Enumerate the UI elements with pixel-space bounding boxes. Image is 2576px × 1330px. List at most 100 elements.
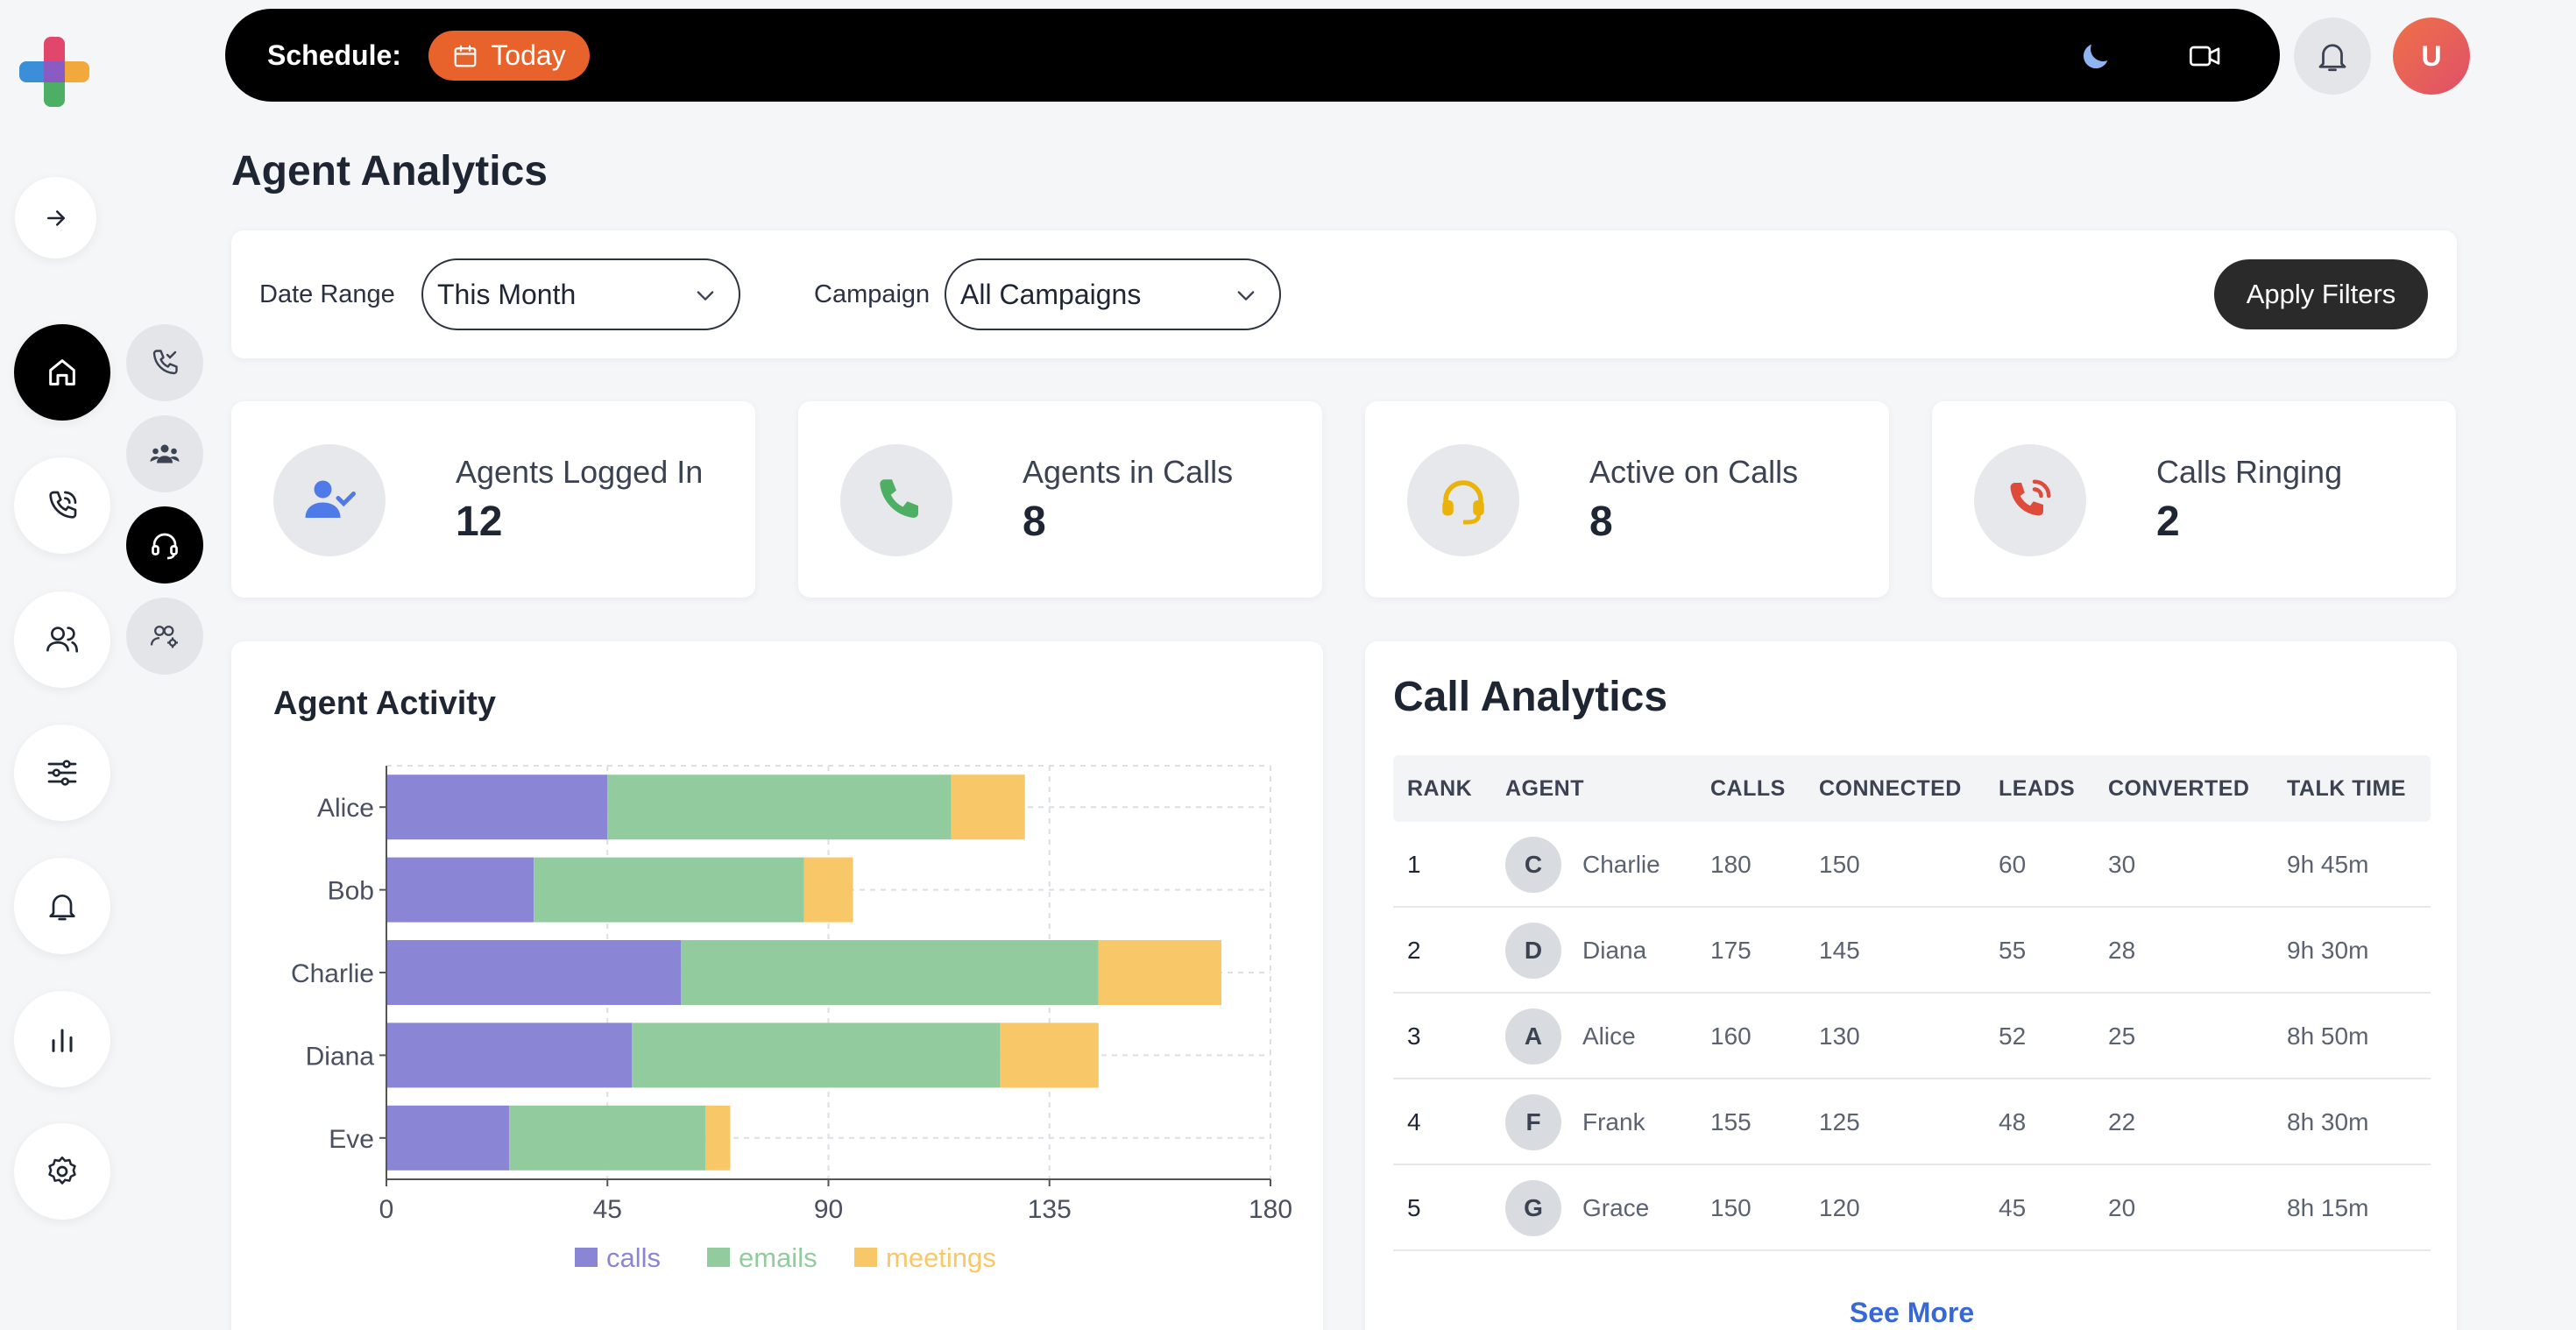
cell-converted: 30	[2108, 851, 2136, 878]
cell-talk-time: 9h 30m	[2287, 937, 2369, 964]
nav-settings[interactable]	[14, 1123, 110, 1220]
chevron-down-icon	[1237, 291, 1255, 301]
table-row[interactable]: 4 F Frank 155 125 48 22 8h 30m	[1393, 1079, 2431, 1165]
dark-mode-toggle[interactable]	[2077, 37, 2115, 75]
column-header-converted[interactable]: CONVERTED	[2108, 755, 2249, 822]
agent-avatar: A	[1505, 1008, 1561, 1065]
stat-label: Agents Logged In	[456, 454, 704, 490]
bar-calls	[386, 857, 534, 923]
user-avatar[interactable]: U	[2393, 18, 2470, 95]
expand-sidebar-button[interactable]	[15, 177, 96, 258]
phone-call-icon	[49, 491, 77, 519]
x-tick-label: 90	[814, 1195, 843, 1224]
agent-avatar: C	[1505, 837, 1561, 893]
agent-avatar: D	[1505, 923, 1561, 979]
today-button[interactable]: Today	[428, 31, 590, 81]
subnav-agent-analytics[interactable]	[126, 506, 203, 584]
cell-connected: 130	[1819, 1022, 1860, 1050]
cell-connected: 145	[1819, 937, 1860, 964]
nav-users[interactable]	[14, 591, 110, 688]
cell-connected: 120	[1819, 1194, 1860, 1221]
today-label: Today	[491, 39, 566, 71]
cell-rank: 1	[1407, 851, 1421, 878]
cell-calls: 160	[1710, 1022, 1752, 1050]
team-icon	[150, 444, 180, 463]
bar-meetings	[803, 857, 853, 923]
cell-converted: 28	[2108, 937, 2136, 964]
cell-talk-time: 8h 15m	[2287, 1194, 2369, 1221]
cell-talk-time: 8h 30m	[2287, 1108, 2369, 1135]
cell-talk-time: 9h 45m	[2287, 851, 2369, 878]
headset-icon	[1442, 480, 1484, 525]
bar-calls	[386, 1105, 510, 1171]
cell-leads: 52	[1999, 1022, 2027, 1050]
bar-emails	[607, 775, 952, 840]
y-tick-label: Bob	[328, 877, 374, 906]
cell-calls: 175	[1710, 937, 1752, 964]
nav-notifications[interactable]	[14, 858, 110, 954]
bar-calls	[386, 775, 608, 840]
users-icon	[46, 626, 78, 653]
legend-swatch-calls	[575, 1248, 598, 1267]
cell-rank: 2	[1407, 937, 1421, 964]
bar-meetings	[1098, 940, 1221, 1005]
date-range-select[interactable]: This Month	[421, 258, 740, 330]
nav-reports[interactable]	[14, 991, 110, 1087]
cell-converted: 25	[2108, 1022, 2136, 1050]
nav-calls[interactable]	[14, 457, 110, 554]
legend-swatch-emails	[707, 1248, 730, 1267]
stat-value: 8	[1589, 499, 1613, 545]
nav-home[interactable]	[14, 324, 110, 421]
subnav-user-settings[interactable]	[126, 598, 203, 675]
video-camera-icon	[2190, 46, 2220, 67]
legend-label-calls: calls	[606, 1242, 661, 1273]
campaign-select[interactable]: All Campaigns	[945, 258, 1281, 330]
x-tick-label: 135	[1028, 1195, 1072, 1224]
moon-icon	[2083, 44, 2108, 69]
column-header-connected[interactable]: CONNECTED	[1819, 755, 1962, 822]
column-header-calls[interactable]: CALLS	[1710, 755, 1786, 822]
column-header-leads[interactable]: LEADS	[1999, 755, 2075, 822]
sliders-icon	[47, 760, 77, 786]
see-more-link[interactable]: See More	[1393, 1297, 2431, 1329]
cell-calls: 155	[1710, 1108, 1752, 1135]
column-header-agent[interactable]: AGENT	[1505, 755, 1584, 822]
column-header-talk-time[interactable]: TALK TIME	[2287, 755, 2406, 822]
x-tick-label: 45	[593, 1195, 622, 1224]
stat-label: Active on Calls	[1589, 454, 1799, 490]
cell-converted: 22	[2108, 1108, 2136, 1135]
stat-value: 2	[2156, 499, 2180, 545]
y-tick-label: Alice	[317, 794, 374, 823]
nav-filters[interactable]	[14, 725, 110, 821]
bar-calls	[386, 1022, 633, 1088]
bar-emails	[681, 940, 1099, 1005]
bar-emails	[632, 1022, 1001, 1088]
table-row[interactable]: 3 A Alice 160 130 52 25 8h 50m	[1393, 994, 2431, 1079]
cell-rank: 5	[1407, 1194, 1421, 1221]
campaign-value: All Campaigns	[960, 279, 1142, 310]
phone-icon	[880, 479, 918, 518]
agent-activity-panel: Agent Activity Alice Bob Charlie Diana Eve 0 4…	[231, 641, 1323, 1330]
date-range-label: Date Range	[259, 280, 395, 308]
legend-label-emails: emails	[739, 1242, 817, 1273]
schedule-label: Schedule:	[267, 39, 401, 71]
subnav-call-log[interactable]	[126, 324, 203, 401]
app-logo[interactable]	[18, 35, 91, 109]
table-row[interactable]: 1 C Charlie 180 150 60 30 9h 45m	[1393, 822, 2431, 908]
stat-card-agents-logged-in: Agents Logged In 12	[231, 401, 755, 598]
cell-agent: Diana	[1582, 937, 1647, 964]
table-row[interactable]: 5 G Grace 150 120 45 20 8h 15m	[1393, 1165, 2431, 1251]
stat-card-calls-ringing: Calls Ringing 2	[1932, 401, 2456, 598]
subnav-teams[interactable]	[126, 415, 203, 492]
notifications-button[interactable]	[2294, 18, 2371, 95]
bar-emails	[534, 857, 804, 923]
column-header-rank[interactable]: RANK	[1407, 755, 1472, 822]
cell-converted: 20	[2108, 1194, 2136, 1221]
cell-rank: 4	[1407, 1108, 1421, 1135]
video-call-button[interactable]	[2186, 37, 2225, 75]
stat-value: 12	[456, 499, 503, 545]
apply-filters-button[interactable]: Apply Filters	[2214, 259, 2428, 329]
filters-bar: Date Range This Month Campaign All Campa…	[231, 230, 2457, 358]
table-row[interactable]: 2 D Diana 175 145 55 28 9h 30m	[1393, 908, 2431, 994]
y-tick-label: Charlie	[291, 959, 374, 988]
